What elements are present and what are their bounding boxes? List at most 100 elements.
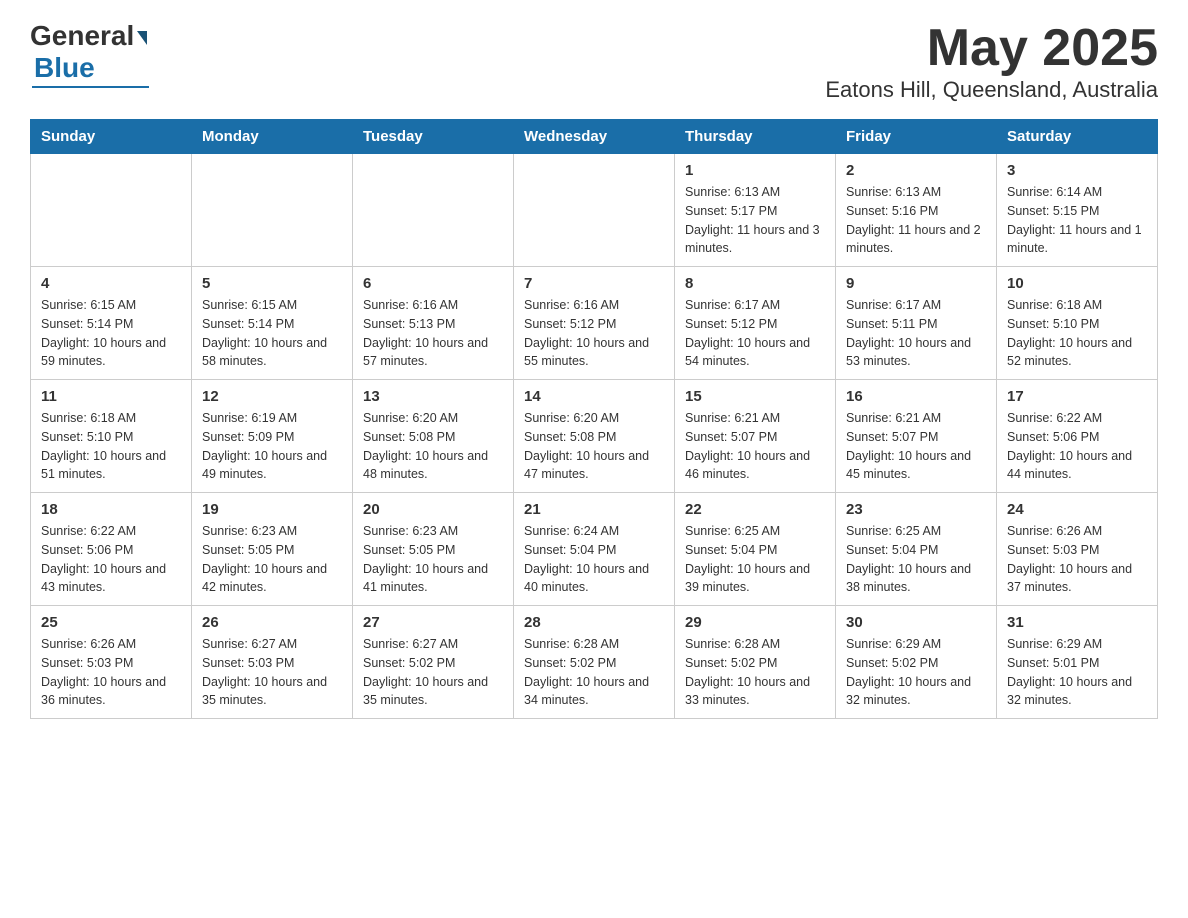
calendar-cell: 9Sunrise: 6:17 AM Sunset: 5:11 PM Daylig… (836, 267, 997, 380)
logo-underline (32, 86, 149, 88)
day-number: 4 (41, 275, 181, 292)
calendar-cell (514, 154, 675, 267)
day-info: Sunrise: 6:21 AM Sunset: 5:07 PM Dayligh… (685, 409, 825, 484)
day-number: 14 (524, 388, 664, 405)
day-info: Sunrise: 6:22 AM Sunset: 5:06 PM Dayligh… (41, 522, 181, 597)
weekday-header-tuesday: Tuesday (353, 120, 514, 154)
day-number: 8 (685, 275, 825, 292)
day-number: 7 (524, 275, 664, 292)
day-number: 2 (846, 162, 986, 179)
calendar-cell: 1 Sunrise: 6:13 AM Sunset: 5:17 PM Daylig… (675, 154, 836, 267)
weekday-header-monday: Monday (192, 120, 353, 154)
week-row-1: 1 Sunrise: 6:13 AM Sunset: 5:17 PM Daylig… (31, 154, 1158, 267)
day-info: Sunrise: 6:21 AM Sunset: 5:07 PM Dayligh… (846, 409, 986, 484)
day-info: Sunrise: 6:26 AM Sunset: 5:03 PM Dayligh… (1007, 522, 1147, 597)
day-number: 25 (41, 614, 181, 631)
calendar-cell: 4Sunrise: 6:15 AM Sunset: 5:14 PM Daylig… (31, 267, 192, 380)
month-year-title: May 2025 (825, 20, 1158, 77)
weekday-header-saturday: Saturday (997, 120, 1158, 154)
calendar-cell: 24 Sunrise: 6:26 AM Sunset: 5:03 PM Dayli… (997, 493, 1158, 606)
calendar-cell: 20 Sunrise: 6:23 AM Sunset: 5:05 PM Dayli… (353, 493, 514, 606)
calendar-cell: 27 Sunrise: 6:27 AM Sunset: 5:02 PM Dayli… (353, 606, 514, 719)
calendar-cell: 23Sunrise: 6:25 AM Sunset: 5:04 PM Dayli… (836, 493, 997, 606)
weekday-header-thursday: Thursday (675, 120, 836, 154)
day-number: 1 (685, 162, 825, 179)
week-row-5: 25 Sunrise: 6:26 AM Sunset: 5:03 PM Dayli… (31, 606, 1158, 719)
day-info: Sunrise: 6:13 AM Sunset: 5:16 PM Dayligh… (846, 183, 986, 258)
day-info: Sunrise: 6:24 AM Sunset: 5:04 PM Dayligh… (524, 522, 664, 597)
day-number: 27 (363, 614, 503, 631)
calendar-cell: 22 Sunrise: 6:25 AM Sunset: 5:04 PM Dayli… (675, 493, 836, 606)
day-info: Sunrise: 6:16 AM Sunset: 5:13 PM Dayligh… (363, 296, 503, 371)
day-info: Sunrise: 6:26 AM Sunset: 5:03 PM Dayligh… (41, 635, 181, 710)
calendar-cell: 18 Sunrise: 6:22 AM Sunset: 5:06 PM Dayli… (31, 493, 192, 606)
day-number: 31 (1007, 614, 1147, 631)
day-number: 21 (524, 501, 664, 518)
location-subtitle: Eatons Hill, Queensland, Australia (825, 77, 1158, 103)
calendar-cell (353, 154, 514, 267)
day-info: Sunrise: 6:17 AM Sunset: 5:12 PM Dayligh… (685, 296, 825, 371)
calendar-cell: 16 Sunrise: 6:21 AM Sunset: 5:07 PM Dayli… (836, 380, 997, 493)
weekday-header-sunday: Sunday (31, 120, 192, 154)
day-info: Sunrise: 6:14 AM Sunset: 5:15 PM Dayligh… (1007, 183, 1147, 258)
day-number: 3 (1007, 162, 1147, 179)
day-number: 15 (685, 388, 825, 405)
day-info: Sunrise: 6:27 AM Sunset: 5:03 PM Dayligh… (202, 635, 342, 710)
day-info: Sunrise: 6:13 AM Sunset: 5:17 PM Dayligh… (685, 183, 825, 258)
calendar-cell: 12Sunrise: 6:19 AM Sunset: 5:09 PM Dayli… (192, 380, 353, 493)
weekday-header-friday: Friday (836, 120, 997, 154)
calendar-cell: 11 Sunrise: 6:18 AM Sunset: 5:10 PM Dayli… (31, 380, 192, 493)
calendar-cell: 13Sunrise: 6:20 AM Sunset: 5:08 PM Dayli… (353, 380, 514, 493)
calendar-cell: 17Sunrise: 6:22 AM Sunset: 5:06 PM Dayli… (997, 380, 1158, 493)
day-number: 11 (41, 388, 181, 405)
logo-arrow-icon (137, 31, 147, 45)
day-number: 17 (1007, 388, 1147, 405)
day-number: 20 (363, 501, 503, 518)
day-info: Sunrise: 6:28 AM Sunset: 5:02 PM Dayligh… (685, 635, 825, 710)
calendar-cell: 15 Sunrise: 6:21 AM Sunset: 5:07 PM Dayli… (675, 380, 836, 493)
calendar-cell (192, 154, 353, 267)
day-number: 30 (846, 614, 986, 631)
logo: General Blue (30, 20, 147, 88)
day-number: 22 (685, 501, 825, 518)
day-info: Sunrise: 6:18 AM Sunset: 5:10 PM Dayligh… (1007, 296, 1147, 371)
weekday-header-wednesday: Wednesday (514, 120, 675, 154)
week-row-2: 4 Sunrise: 6:15 AM Sunset: 5:14 PM Daylig… (31, 267, 1158, 380)
day-number: 24 (1007, 501, 1147, 518)
calendar-cell: 5 Sunrise: 6:15 AM Sunset: 5:14 PM Daylig… (192, 267, 353, 380)
day-info: Sunrise: 6:25 AM Sunset: 5:04 PM Dayligh… (685, 522, 825, 597)
logo-general-text: General (30, 20, 134, 52)
calendar-cell: 2 Sunrise: 6:13 AM Sunset: 5:16 PM Daylig… (836, 154, 997, 267)
calendar-cell: 28Sunrise: 6:28 AM Sunset: 5:02 PM Dayli… (514, 606, 675, 719)
day-number: 29 (685, 614, 825, 631)
day-info: Sunrise: 6:29 AM Sunset: 5:02 PM Dayligh… (846, 635, 986, 710)
calendar-cell: 14Sunrise: 6:20 AM Sunset: 5:08 PM Dayli… (514, 380, 675, 493)
day-info: Sunrise: 6:28 AM Sunset: 5:02 PM Dayligh… (524, 635, 664, 710)
day-number: 16 (846, 388, 986, 405)
day-number: 6 (363, 275, 503, 292)
weekday-header-row: SundayMondayTuesdayWednesdayThursdayFrid… (31, 120, 1158, 154)
calendar-table: SundayMondayTuesdayWednesdayThursdayFrid… (30, 119, 1158, 719)
calendar-cell: 8 Sunrise: 6:17 AM Sunset: 5:12 PM Daylig… (675, 267, 836, 380)
day-number: 13 (363, 388, 503, 405)
calendar-cell: 30 Sunrise: 6:29 AM Sunset: 5:02 PM Dayli… (836, 606, 997, 719)
day-number: 19 (202, 501, 342, 518)
week-row-3: 11 Sunrise: 6:18 AM Sunset: 5:10 PM Dayli… (31, 380, 1158, 493)
day-number: 10 (1007, 275, 1147, 292)
day-number: 26 (202, 614, 342, 631)
day-number: 9 (846, 275, 986, 292)
day-info: Sunrise: 6:16 AM Sunset: 5:12 PM Dayligh… (524, 296, 664, 371)
calendar-cell: 29 Sunrise: 6:28 AM Sunset: 5:02 PM Dayli… (675, 606, 836, 719)
day-info: Sunrise: 6:29 AM Sunset: 5:01 PM Dayligh… (1007, 635, 1147, 710)
day-info: Sunrise: 6:23 AM Sunset: 5:05 PM Dayligh… (363, 522, 503, 597)
day-info: Sunrise: 6:27 AM Sunset: 5:02 PM Dayligh… (363, 635, 503, 710)
day-number: 5 (202, 275, 342, 292)
calendar-cell: 6 Sunrise: 6:16 AM Sunset: 5:13 PM Daylig… (353, 267, 514, 380)
title-area: May 2025 Eatons Hill, Queensland, Austra… (825, 20, 1158, 103)
day-info: Sunrise: 6:23 AM Sunset: 5:05 PM Dayligh… (202, 522, 342, 597)
day-number: 18 (41, 501, 181, 518)
logo-blue-text: Blue (34, 52, 95, 84)
day-info: Sunrise: 6:18 AM Sunset: 5:10 PM Dayligh… (41, 409, 181, 484)
day-number: 23 (846, 501, 986, 518)
day-info: Sunrise: 6:15 AM Sunset: 5:14 PM Dayligh… (202, 296, 342, 371)
